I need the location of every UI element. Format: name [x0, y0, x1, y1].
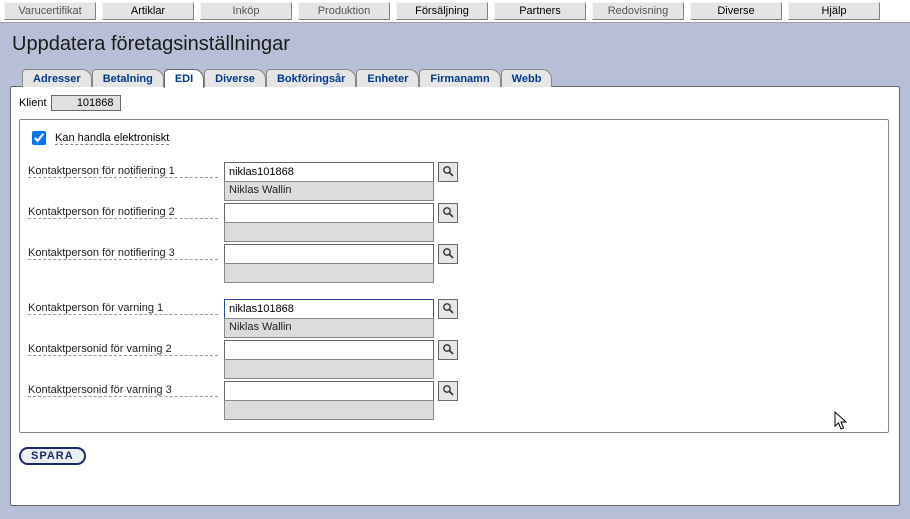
search-icon [442, 384, 454, 399]
tab-firmanamn[interactable]: Firmanamn [419, 69, 500, 87]
notify-2-input[interactable] [224, 203, 434, 223]
notify-2-label: Kontaktperson för notifiering 2 [28, 203, 218, 219]
menu-diverse[interactable]: Diverse [690, 2, 782, 20]
warn-1-label: Kontaktperson för varning 1 [28, 299, 218, 315]
search-icon [442, 206, 454, 221]
search-icon [442, 343, 454, 358]
notify-3-label: Kontaktperson för notifiering 3 [28, 244, 218, 260]
warn-2-input[interactable] [224, 340, 434, 360]
notify-3-lookup-button[interactable] [438, 244, 458, 264]
notify-1-display: Niklas Wallin [224, 181, 434, 201]
menu-forsaljning[interactable]: Försäljning [396, 2, 488, 20]
tab-diverse[interactable]: Diverse [204, 69, 266, 87]
notify-2-lookup-button[interactable] [438, 203, 458, 223]
tab-betalning[interactable]: Betalning [92, 69, 164, 87]
menu-artiklar[interactable]: Artiklar [102, 2, 194, 20]
klient-label: Klient [19, 97, 47, 109]
tab-bokforingsar[interactable]: Bokföringsår [266, 69, 356, 87]
save-button[interactable]: SPARA [19, 447, 86, 465]
menu-varucertifikat[interactable]: Varucertifikat [4, 2, 96, 20]
warn-3-display [224, 400, 434, 420]
warn-1-lookup-button[interactable] [438, 299, 458, 319]
warn-2-label: Kontaktpersonid för varning 2 [28, 340, 218, 356]
search-icon [442, 247, 454, 262]
page-title: Uppdatera företagsinställningar [12, 33, 906, 56]
menu-redovisning[interactable]: Redovisning [592, 2, 684, 20]
notify-1-lookup-button[interactable] [438, 162, 458, 182]
main-area: Uppdatera företagsinställningar Adresser… [0, 23, 910, 519]
warn-3-lookup-button[interactable] [438, 381, 458, 401]
warn-2-lookup-button[interactable] [438, 340, 458, 360]
tab-webb[interactable]: Webb [501, 69, 553, 87]
edi-group: Kan handla elektroniskt Kontaktperson fö… [19, 119, 889, 433]
electronic-trade-checkbox[interactable] [32, 131, 46, 145]
notify-1-label: Kontaktperson för notifiering 1 [28, 162, 218, 178]
search-icon [442, 165, 454, 180]
notify-3-input[interactable] [224, 244, 434, 264]
menu-hjalp[interactable]: Hjälp [788, 2, 880, 20]
tab-panel: Klient 101868 Kan handla elektroniskt Ko… [10, 86, 900, 506]
notify-2-display [224, 222, 434, 242]
top-menubar: Varucertifikat Artiklar Inköp Produktion… [0, 0, 910, 23]
menu-produktion[interactable]: Produktion [298, 2, 390, 20]
klient-value: 101868 [51, 95, 121, 111]
klient-row: Klient 101868 [19, 95, 889, 111]
electronic-trade-label: Kan handla elektroniskt [55, 132, 169, 145]
menu-inkop[interactable]: Inköp [200, 2, 292, 20]
notify-3-display [224, 263, 434, 283]
warn-1-input[interactable] [224, 299, 434, 319]
tab-enheter[interactable]: Enheter [356, 69, 419, 87]
search-icon [442, 302, 454, 317]
tab-edi[interactable]: EDI [164, 69, 204, 88]
warn-3-input[interactable] [224, 381, 434, 401]
warn-2-display [224, 359, 434, 379]
tab-adresser[interactable]: Adresser [22, 69, 92, 87]
tabstrip: Adresser Betalning EDI Diverse Bokföring… [22, 68, 906, 87]
warn-1-display: Niklas Wallin [224, 318, 434, 338]
notify-1-input[interactable] [224, 162, 434, 182]
warn-3-label: Kontaktpersonid för varning 3 [28, 381, 218, 397]
menu-partners[interactable]: Partners [494, 2, 586, 20]
